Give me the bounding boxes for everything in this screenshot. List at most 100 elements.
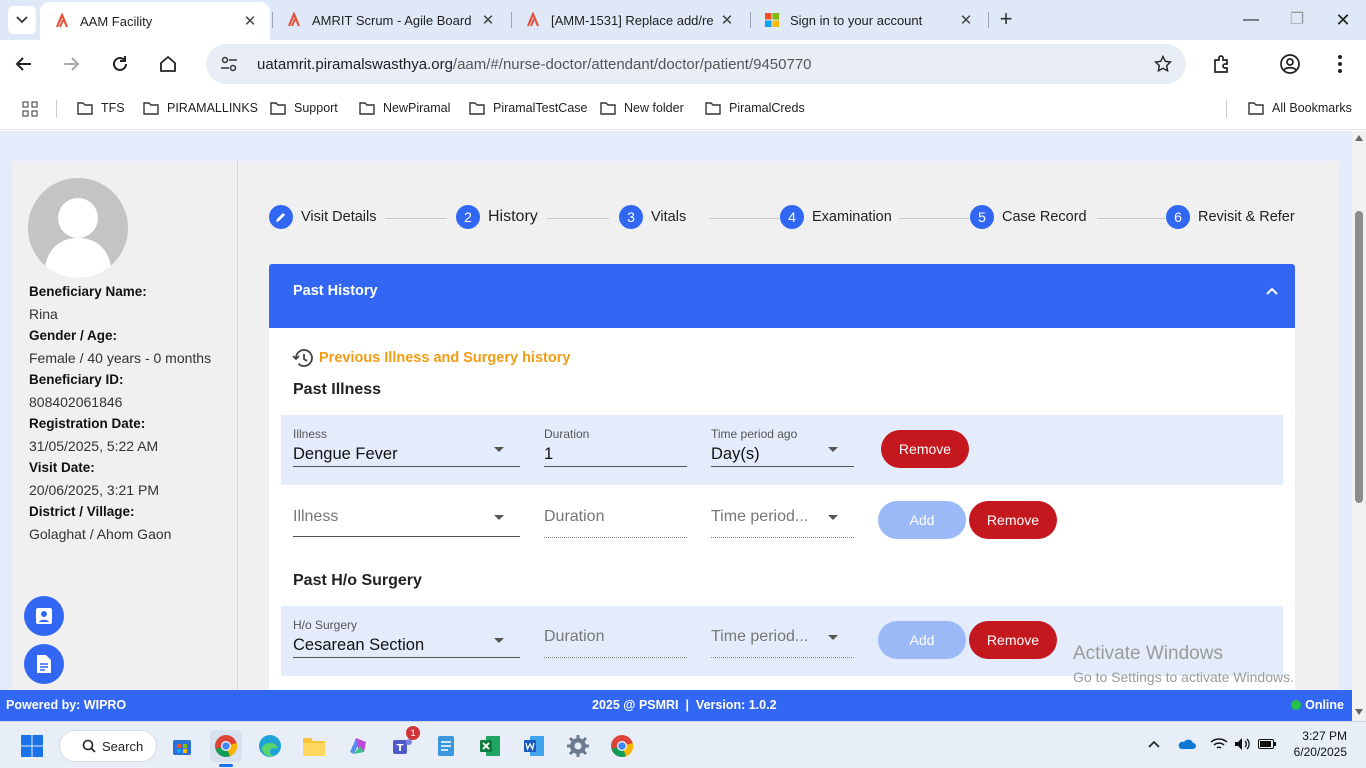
step-examination[interactable]: 4 Examination [780, 205, 892, 229]
dropdown-arrow-icon [494, 638, 504, 643]
edge-app[interactable] [254, 730, 286, 762]
tab-amm-1531[interactable]: [AMM-1531] Replace add/re ✕ [511, 0, 747, 40]
profile-button[interactable] [1276, 50, 1304, 78]
browser-menu-button[interactable] [1326, 50, 1354, 78]
visit-date: 20/06/2025, 3:21 PM [29, 482, 159, 498]
surgery-duration-input[interactable]: Duration [544, 618, 687, 658]
chrome-app-active[interactable] [210, 730, 242, 762]
reload-button[interactable] [106, 50, 134, 78]
taskbar-search[interactable]: Search [59, 730, 157, 762]
minimize-button[interactable]: — [1228, 6, 1274, 34]
time-period-select[interactable]: Time period ago Day(s) [711, 427, 854, 467]
step-history[interactable]: 2 History [456, 205, 538, 229]
clock[interactable]: 3:27 PM 6/20/2025 [1294, 729, 1347, 759]
illness-select[interactable]: Illness [293, 498, 520, 538]
store-app[interactable] [166, 730, 198, 762]
add-surgery-button[interactable]: Add [878, 621, 966, 659]
bookmark-folder-tfs[interactable]: TFS [77, 101, 125, 115]
past-history-accordion-header[interactable]: Past History [269, 264, 1295, 328]
word-app[interactable] [518, 730, 550, 762]
word-icon [524, 736, 544, 756]
duration-input[interactable]: Duration 1 [544, 427, 687, 467]
tab-amrit-scrum[interactable]: AMRIT Scrum - Agile Board ✕ [272, 0, 508, 40]
field-underline [293, 657, 520, 658]
step-edit-badge [269, 205, 293, 229]
chevron-up-icon[interactable] [1265, 286, 1279, 296]
home-button[interactable] [154, 50, 182, 78]
time-period-select[interactable]: Time period... [711, 498, 854, 538]
remove-surgery-button[interactable]: Remove [969, 621, 1057, 659]
past-illness-title: Past Illness [293, 381, 382, 398]
all-bookmarks-button[interactable]: All Bookmarks [1248, 101, 1352, 115]
watermark-title: Activate Windows [1073, 643, 1223, 664]
onedrive-icon[interactable] [1178, 738, 1196, 750]
field-underline [544, 657, 687, 658]
apps-button[interactable] [22, 101, 46, 117]
bookmark-folder-piramalcreds[interactable]: PiramalCreds [705, 101, 805, 115]
m365-app[interactable] [342, 730, 374, 762]
page-scrollbar[interactable] [1352, 131, 1366, 721]
surgery-select[interactable]: H/o Surgery Cesarean Section [293, 618, 520, 658]
excel-app[interactable] [474, 730, 506, 762]
teams-app[interactable]: T 1 [386, 726, 420, 762]
illness-label: Illness [293, 427, 328, 441]
document-button[interactable] [24, 644, 64, 684]
step-case-record[interactable]: 5 Case Record [970, 205, 1087, 229]
tab-search-button[interactable] [8, 6, 36, 34]
bookmark-folder-newpiramal[interactable]: NewPiramal [359, 101, 450, 115]
tab-sign-in[interactable]: Sign in to your account ✕ [750, 0, 986, 40]
wifi-icon[interactable] [1210, 737, 1228, 751]
close-tab-icon[interactable]: ✕ [956, 11, 976, 29]
scroll-up-arrow-icon[interactable] [1355, 135, 1363, 141]
bookmark-folder-piramallinks[interactable]: PIRAMALLINKS [143, 101, 258, 115]
step-vitals[interactable]: 3 Vitals [619, 205, 686, 229]
microsoft-logo-icon [765, 13, 779, 27]
restore-button[interactable]: ❐ [1274, 6, 1320, 34]
volume-icon[interactable] [1234, 737, 1250, 751]
step-visit-details[interactable]: Visit Details [269, 205, 376, 229]
address-bar[interactable]: uatamrit.piramalswasthya.org/aam/#/nurse… [206, 44, 1186, 84]
dropdown-arrow-icon [494, 515, 504, 520]
add-illness-button[interactable]: Add [878, 501, 966, 539]
site-settings-icon[interactable] [220, 55, 238, 73]
forward-button[interactable] [57, 50, 85, 78]
start-button[interactable] [16, 730, 48, 762]
bookmark-star-icon[interactable] [1154, 55, 1172, 73]
remove-illness-button[interactable]: Remove [881, 430, 969, 468]
bookmark-folder-new-folder[interactable]: New folder [600, 101, 684, 115]
bookmark-folder-support[interactable]: Support [270, 101, 338, 115]
folder-icon [705, 102, 721, 115]
amrit-favicon-icon [526, 12, 540, 27]
step-label: Visit Details [301, 209, 377, 225]
chrome-app-2[interactable] [606, 730, 638, 762]
step-connector [899, 218, 969, 219]
illness-select[interactable]: Illness Dengue Fever [293, 427, 520, 467]
surgery-time-period-select[interactable]: Time period... [711, 618, 854, 658]
close-tab-icon[interactable]: ✕ [240, 12, 260, 30]
url-text: uatamrit.piramalswasthya.org/aam/#/nurse… [257, 56, 812, 73]
bookmark-folder-piramaltestcase[interactable]: PiramalTestCase [469, 101, 587, 115]
url-host: uatamrit.piramalswasthya.org [257, 56, 453, 73]
beneficiary-details-button[interactable] [24, 596, 64, 636]
file-explorer-app[interactable] [298, 730, 330, 762]
extensions-button[interactable] [1208, 50, 1236, 78]
back-button[interactable] [10, 50, 38, 78]
close-tab-icon[interactable]: ✕ [717, 11, 737, 29]
remove-illness-button[interactable]: Remove [969, 501, 1057, 539]
close-window-button[interactable]: ✕ [1320, 6, 1366, 34]
arrow-left-icon [15, 57, 31, 71]
tab-aam-facility[interactable]: AAM Facility ✕ [40, 2, 270, 40]
scrollbar-thumb[interactable] [1355, 211, 1363, 503]
duration-input[interactable]: Duration [544, 498, 687, 538]
scroll-down-arrow-icon[interactable] [1355, 709, 1363, 715]
show-hidden-icons-icon[interactable] [1148, 740, 1160, 748]
search-label: Search [102, 738, 144, 754]
notepad-app[interactable] [430, 730, 462, 762]
previous-history-link[interactable]: Previous Illness and Surgery history [291, 348, 570, 368]
new-tab-button[interactable]: + [994, 8, 1018, 32]
step-revisit-refer[interactable]: 6 Revisit & Refer [1166, 205, 1295, 229]
close-tab-icon[interactable]: ✕ [478, 11, 498, 29]
clock-time: 3:27 PM [1302, 729, 1347, 743]
settings-app[interactable] [562, 730, 594, 762]
battery-icon[interactable] [1258, 739, 1276, 749]
